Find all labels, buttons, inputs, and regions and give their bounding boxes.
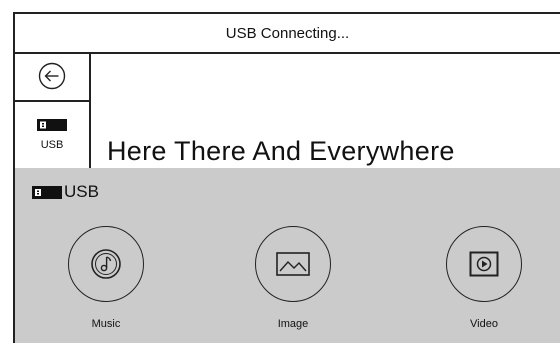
back-button[interactable] — [15, 52, 89, 102]
image-button[interactable]: Image — [248, 226, 338, 330]
image-label: Image — [277, 318, 309, 330]
usb-stick-icon — [37, 119, 67, 131]
source-panel: USB Music Image Video — [15, 168, 560, 343]
sidebar-divider — [89, 52, 91, 168]
image-icon — [276, 252, 310, 276]
video-button-circle — [446, 226, 522, 302]
music-disc-icon — [91, 249, 121, 279]
usb-stick-icon — [32, 185, 62, 199]
title-bar: USB Connecting... — [15, 14, 560, 54]
image-button-circle — [255, 226, 331, 302]
music-button-circle — [68, 226, 144, 302]
music-label: Music — [91, 318, 121, 330]
panel-header-label: USB — [64, 182, 99, 201]
video-label: Video — [470, 318, 498, 330]
panel-header: USB — [32, 182, 99, 202]
now-playing-title: Here There And Everywhere — [107, 136, 455, 166]
video-button[interactable]: Video — [439, 226, 529, 330]
usb-source-button[interactable]: USB — [15, 102, 89, 168]
back-arrow-icon — [38, 62, 66, 90]
video-play-icon — [469, 251, 499, 277]
page-title: USB Connecting... — [225, 24, 350, 42]
music-button[interactable]: Music — [61, 226, 151, 330]
usb-source-label: USB — [40, 139, 64, 151]
